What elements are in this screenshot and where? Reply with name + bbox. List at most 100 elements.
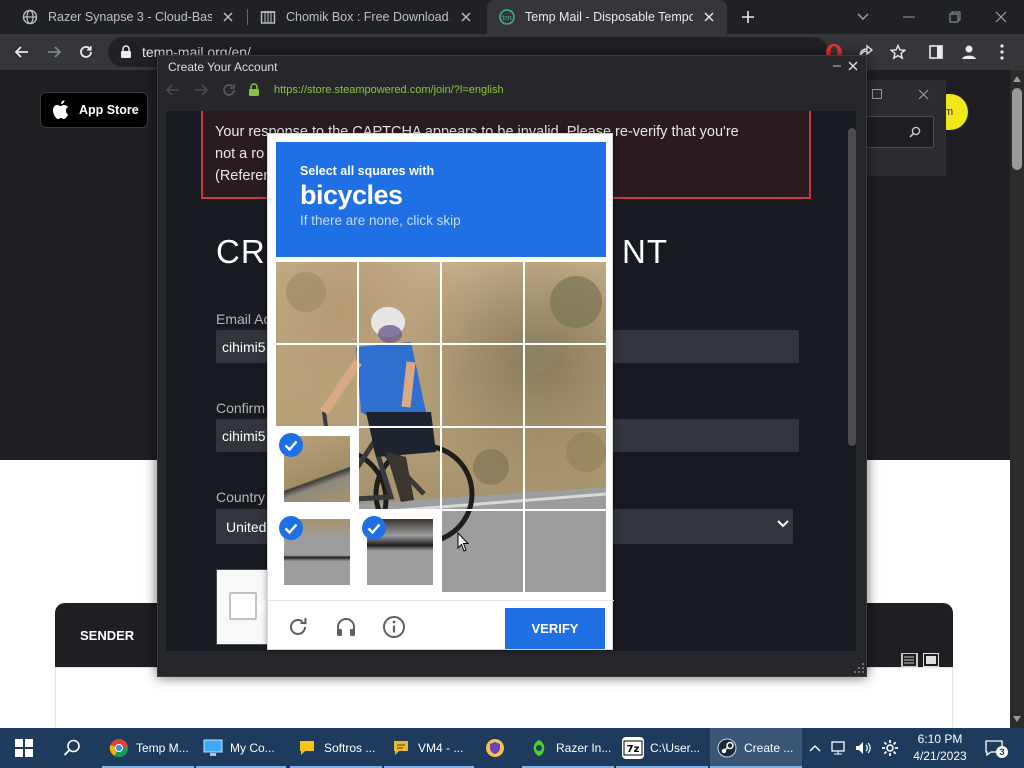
system-clock[interactable]: 6:10 PM 4/21/2023 [905, 731, 975, 765]
close-window-button[interactable] [844, 56, 862, 76]
captcha-tile[interactable] [276, 262, 357, 343]
country-label: Country [216, 489, 266, 505]
steam-scrollbar-thumb[interactable] [848, 128, 856, 446]
page-heading: CR [216, 233, 266, 270]
side-panel-icon[interactable] [922, 38, 950, 66]
restore-button[interactable] [864, 84, 890, 104]
captcha-tile[interactable] [442, 262, 523, 343]
reload-icon[interactable] [222, 83, 236, 97]
taskbar-item-chrome[interactable]: Temp M... [102, 728, 194, 768]
tab-razer-synapse[interactable]: Razer Synapse 3 - Cloud-Based H [10, 0, 246, 34]
search-icon[interactable] [52, 728, 92, 768]
confirm-email-label: Confirm [216, 400, 266, 416]
captcha-tile[interactable] [525, 511, 606, 592]
captcha-tile[interactable] [359, 345, 440, 426]
challenge-header: Select all squares with bicycles If ther… [276, 142, 606, 257]
captcha-tile[interactable] [442, 511, 523, 592]
taskbar-item-label: Temp M... [136, 741, 189, 755]
taskbar-item-my-computer[interactable]: My Co... [196, 728, 286, 768]
captcha-tile[interactable] [359, 428, 440, 509]
page-heading-tail: NT [622, 233, 668, 270]
volume-icon[interactable] [852, 728, 874, 768]
windows-taskbar: Temp M... My Co... Softros ... VM4 - ...… [0, 728, 1024, 768]
search-icon [909, 126, 921, 138]
close-window-button[interactable] [910, 84, 936, 104]
taskbar-item-softros[interactable]: Softros ... [290, 728, 382, 768]
new-tab-button[interactable] [734, 3, 762, 31]
captcha-tile[interactable] [359, 262, 440, 343]
window-title: Create Your Account [168, 60, 278, 74]
captcha-tile[interactable] [525, 428, 606, 509]
search-box[interactable] [862, 116, 934, 148]
refresh-icon[interactable] [284, 613, 312, 641]
captcha-tile[interactable] [525, 345, 606, 426]
restore-button[interactable] [932, 0, 978, 34]
hcaptcha-challenge: Select all squares with bicycles If ther… [267, 133, 614, 650]
captcha-tile[interactable] [525, 262, 606, 343]
profile-avatar-icon[interactable] [955, 38, 983, 66]
sender-label: SENDER [80, 627, 135, 643]
resize-grip-icon[interactable] [853, 662, 865, 674]
computer-icon [202, 737, 224, 759]
network-icon[interactable] [828, 728, 850, 768]
mouse-cursor-icon [457, 532, 469, 552]
captcha-checkbox[interactable] [229, 592, 257, 620]
captcha-tile[interactable] [442, 345, 523, 426]
gear-icon[interactable] [877, 728, 903, 768]
scroll-down-arrow-icon[interactable] [1010, 712, 1024, 726]
minimize-button[interactable] [886, 0, 932, 34]
browser-tab-strip: Razer Synapse 3 - Cloud-Based H Chomik B… [0, 0, 1024, 34]
taskbar-item-label: C:\User... [650, 741, 701, 755]
taskbar-item-steam[interactable]: Create ... [710, 728, 802, 768]
taskbar-item-razer[interactable]: Razer In... [522, 728, 614, 768]
chat-icon [390, 737, 412, 759]
list-view-icon[interactable] [901, 653, 917, 667]
tab-title: Razer Synapse 3 - Cloud-Based H [48, 10, 212, 24]
taskbar-item-label: My Co... [230, 741, 275, 755]
lock-icon [248, 83, 260, 97]
taskbar-item-vm4[interactable]: VM4 - ... [384, 728, 474, 768]
audio-challenge-icon[interactable] [332, 613, 360, 641]
tab-title: Temp Mail - Disposable Tempora [525, 10, 693, 24]
forward-arrow-icon[interactable] [194, 84, 208, 96]
back-button[interactable] [8, 38, 36, 66]
taskbar-item-7zip[interactable]: 7z C:\User... [616, 728, 708, 768]
tab-temp-mail[interactable]: tm Temp Mail - Disposable Tempora [487, 0, 727, 34]
clock-date: 4/21/2023 [913, 749, 967, 763]
razer-icon [528, 737, 550, 759]
captcha-tile[interactable] [442, 428, 523, 509]
verify-button[interactable]: VERIFY [505, 608, 605, 649]
close-window-button[interactable] [978, 0, 1024, 34]
challenge-hint: If there are none, click skip [300, 213, 461, 228]
confirm-email-value: cihimi5 [222, 427, 266, 444]
chevron-up-icon[interactable] [806, 728, 824, 768]
taskbar-item-label: Razer In... [556, 741, 612, 755]
taskbar-item-vpn[interactable] [478, 728, 518, 768]
bookmark-star-icon[interactable] [884, 38, 912, 66]
tab-chomik-box[interactable]: Chomik Box : Free Download, Bo [248, 0, 484, 34]
scroll-up-arrow-icon[interactable] [1010, 72, 1024, 86]
tab-search-button[interactable] [840, 0, 886, 34]
reload-button[interactable] [72, 38, 100, 66]
country-value: United [226, 518, 267, 535]
svg-text:7z: 7z [627, 744, 640, 755]
page-scrollbar-thumb[interactable] [1012, 88, 1022, 170]
app-store-label: App Store [79, 103, 139, 117]
captcha-tile[interactable] [276, 345, 357, 426]
forward-button[interactable] [40, 38, 68, 66]
close-tab-icon[interactable] [701, 9, 717, 25]
7zip-icon: 7z [622, 737, 644, 759]
info-icon[interactable] [380, 613, 408, 641]
close-tab-icon[interactable] [220, 9, 236, 25]
tile-check-icon [279, 433, 303, 457]
big-picture-icon[interactable] [923, 653, 939, 667]
notification-count-badge: 3 [996, 746, 1008, 758]
windows-start-icon[interactable] [6, 728, 42, 768]
menu-kebab-icon[interactable] [988, 38, 1016, 66]
taskbar-item-label: VM4 - ... [418, 741, 464, 755]
steam-icon [716, 737, 738, 759]
back-arrow-icon[interactable] [166, 84, 180, 96]
app-store-button[interactable]: App Store [40, 92, 148, 128]
close-tab-icon[interactable] [458, 9, 474, 25]
verify-label: VERIFY [531, 621, 579, 636]
